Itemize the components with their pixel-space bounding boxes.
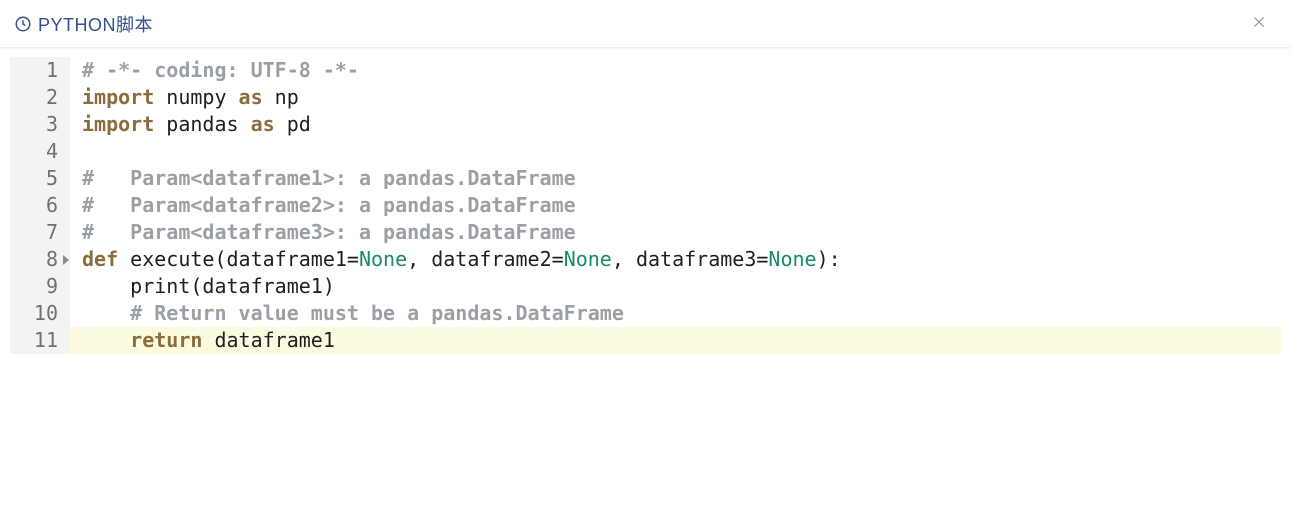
line-number: 7 xyxy=(10,219,70,246)
code-line[interactable]: 3import pandas as pd xyxy=(10,111,1281,138)
code-token: as xyxy=(251,112,275,136)
line-number: 2 xyxy=(10,84,70,111)
code-token: import xyxy=(82,85,154,109)
code-token: print(dataframe1) xyxy=(82,274,335,298)
code-token: import xyxy=(82,112,154,136)
code-content[interactable]: def execute(dataframe1=None, dataframe2=… xyxy=(70,246,1281,273)
code-content[interactable]: import numpy as np xyxy=(70,84,1281,111)
code-line[interactable]: 1 # -*- coding: UTF-8 -*- xyxy=(10,57,1281,84)
code-token: = xyxy=(756,247,768,271)
code-token: pandas xyxy=(154,112,250,136)
code-token: , xyxy=(407,247,431,271)
code-content[interactable]: import pandas as pd xyxy=(70,111,1281,138)
code-token: = xyxy=(552,247,564,271)
code-token xyxy=(82,301,130,325)
code-content[interactable]: # Return value must be a pandas.DataFram… xyxy=(70,300,1281,327)
code-line[interactable]: 6 # Param<dataframe2>: a pandas.DataFrame xyxy=(10,192,1281,219)
line-number: 6 xyxy=(10,192,70,219)
code-content[interactable]: # Param<dataframe3>: a pandas.DataFrame xyxy=(70,219,1281,246)
code-line[interactable]: 5 # Param<dataframe1>: a pandas.DataFrame xyxy=(10,165,1281,192)
code-line[interactable]: 2import numpy as np xyxy=(10,84,1281,111)
code-content[interactable]: # -*- coding: UTF-8 -*- xyxy=(70,57,1281,84)
code-token: # Param<dataframe1>: a pandas.DataFrame xyxy=(82,166,576,190)
close-button[interactable] xyxy=(1245,10,1273,38)
title-bar-left: PYTHON脚本 xyxy=(14,11,153,37)
code-token: # -*- coding: UTF-8 -*- xyxy=(82,58,359,82)
line-number: 8 xyxy=(10,246,70,273)
line-number: 3 xyxy=(10,111,70,138)
line-number: 1 xyxy=(10,57,70,84)
code-token: # Param<dataframe3>: a pandas.DataFrame xyxy=(82,220,576,244)
window-title: PYTHON脚本 xyxy=(38,11,153,37)
code-content[interactable] xyxy=(70,138,1281,165)
code-line[interactable]: 8def execute(dataframe1=None, dataframe2… xyxy=(10,246,1281,273)
code-line[interactable]: 10 # Return value must be a pandas.DataF… xyxy=(10,300,1281,327)
line-number: 5 xyxy=(10,165,70,192)
line-number: 10 xyxy=(10,300,70,327)
code-token: numpy xyxy=(154,85,238,109)
code-token: # Param<dataframe2>: a pandas.DataFrame xyxy=(82,193,576,217)
code-token: as xyxy=(239,85,263,109)
code-line[interactable]: 11 return dataframe1 xyxy=(10,327,1281,354)
line-number: 4 xyxy=(10,138,70,165)
clock-icon xyxy=(14,15,32,33)
code-token: , xyxy=(612,247,636,271)
code-token: dataframe3 xyxy=(636,247,756,271)
code-content[interactable]: print(dataframe1) xyxy=(70,273,1281,300)
code-token: pd xyxy=(275,112,311,136)
code-editor[interactable]: 1# -*- coding: UTF-8 -*-2import numpy as… xyxy=(0,48,1291,507)
code-token: np xyxy=(263,85,299,109)
code-token: None xyxy=(359,247,407,271)
code-content[interactable]: # Param<dataframe2>: a pandas.DataFrame xyxy=(70,192,1281,219)
code-token: # Return value must be a pandas.DataFram… xyxy=(130,301,624,325)
code-content[interactable]: # Param<dataframe1>: a pandas.DataFrame xyxy=(70,165,1281,192)
code-token: ): xyxy=(817,247,841,271)
code-line[interactable]: 4 xyxy=(10,138,1281,165)
code-token: dataframe2 xyxy=(431,247,551,271)
code-content[interactable]: return dataframe1 xyxy=(70,327,1281,354)
line-number: 11 xyxy=(10,327,70,354)
code-token: def xyxy=(82,247,118,271)
line-number: 9 xyxy=(10,273,70,300)
code-token: None xyxy=(564,247,612,271)
code-area[interactable]: 1# -*- coding: UTF-8 -*-2import numpy as… xyxy=(10,57,1281,497)
code-token: return xyxy=(130,328,202,352)
code-token: execute(dataframe1 xyxy=(118,247,347,271)
code-token: = xyxy=(347,247,359,271)
code-line[interactable]: 9 print(dataframe1) xyxy=(10,273,1281,300)
code-token xyxy=(82,328,130,352)
close-icon xyxy=(1251,14,1267,33)
code-token: None xyxy=(768,247,816,271)
code-line[interactable]: 7 # Param<dataframe3>: a pandas.DataFrame xyxy=(10,219,1281,246)
title-bar: PYTHON脚本 xyxy=(0,0,1291,48)
code-token: dataframe1 xyxy=(202,328,334,352)
fold-toggle-icon[interactable] xyxy=(63,255,69,265)
